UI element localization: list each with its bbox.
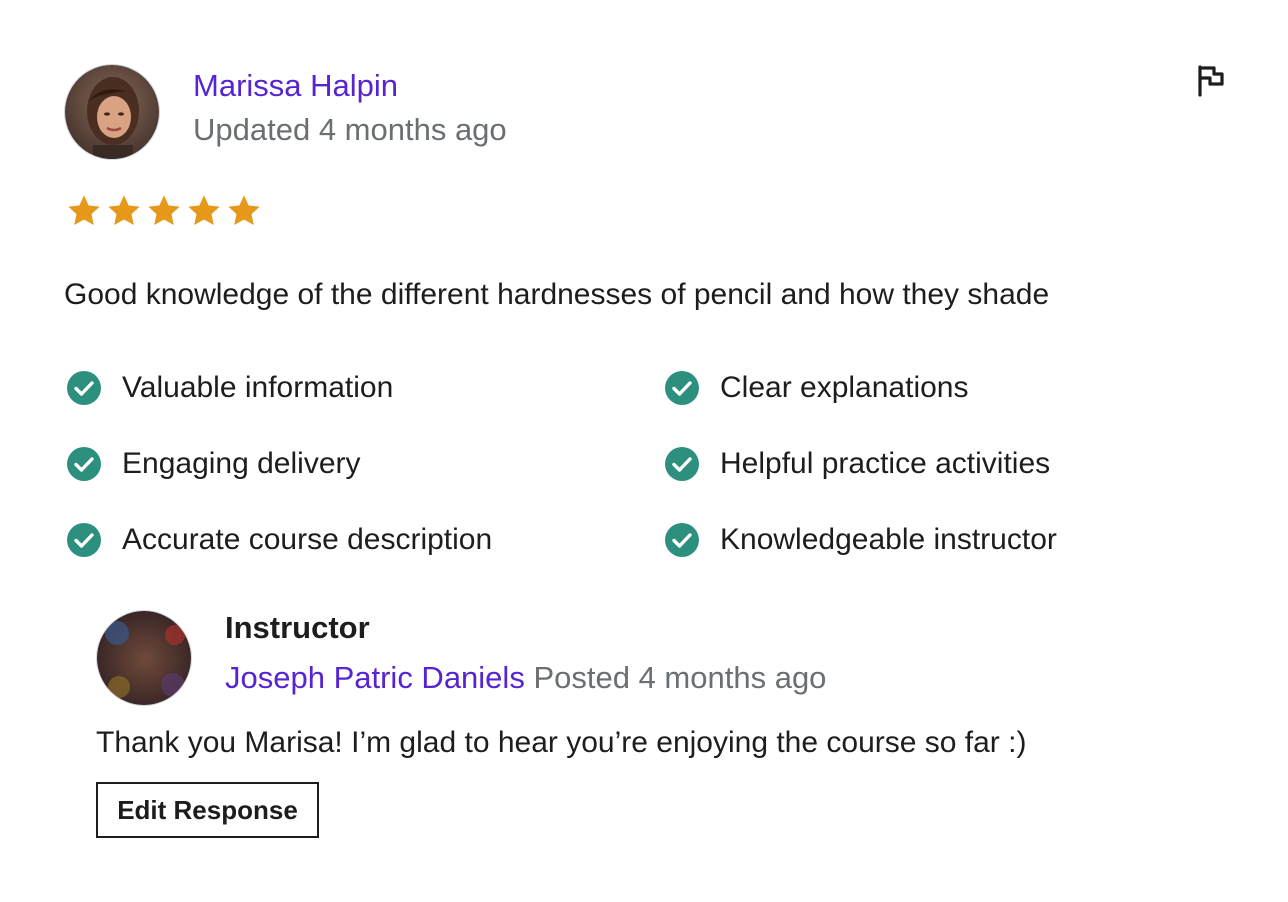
feature-label: Engaging delivery xyxy=(122,447,361,480)
flag-icon[interactable] xyxy=(1192,62,1230,100)
feature-label: Knowledgeable instructor xyxy=(720,523,1057,556)
check-circle-icon xyxy=(66,370,102,406)
edit-response-button[interactable]: Edit Response xyxy=(96,782,319,838)
check-circle-icon xyxy=(664,446,700,482)
reviewer-name[interactable]: Marissa Halpin xyxy=(193,68,398,104)
feature-label: Helpful practice activities xyxy=(720,447,1051,480)
instructor-avatar xyxy=(96,610,192,706)
feature-label: Accurate course description xyxy=(122,523,493,556)
feature-item: Valuable information xyxy=(66,370,393,406)
feature-label: Clear explanations xyxy=(720,371,969,404)
review-text: Good knowledge of the different hardness… xyxy=(64,278,1050,311)
check-circle-icon xyxy=(664,522,700,558)
feature-item: Clear explanations xyxy=(664,370,968,406)
response-text: Thank you Marisa! I’m glad to hear you’r… xyxy=(96,726,1027,759)
check-circle-icon xyxy=(66,446,102,482)
instructor-meta: Joseph Patric Daniels Posted 4 months ag… xyxy=(225,660,826,696)
instructor-role-label: Instructor xyxy=(225,610,370,645)
instructor-name-link[interactable]: Joseph Patric Daniels xyxy=(225,660,525,695)
star-icon xyxy=(104,191,144,231)
feature-item: Accurate course description xyxy=(66,522,492,558)
review-card: Marissa Halpin Updated 4 months ago Good… xyxy=(0,0,1288,902)
star-icon xyxy=(224,191,264,231)
star-icon xyxy=(144,191,184,231)
reviewer-avatar xyxy=(64,64,160,160)
feature-label: Valuable information xyxy=(122,371,394,404)
feature-item: Engaging delivery xyxy=(66,446,361,482)
check-circle-icon xyxy=(66,522,102,558)
response-posted-date: Posted 4 months ago xyxy=(533,660,827,695)
star-icon xyxy=(184,191,224,231)
check-circle-icon xyxy=(664,370,700,406)
star-rating xyxy=(64,191,264,231)
review-updated-date: Updated 4 months ago xyxy=(193,112,507,147)
star-icon xyxy=(64,191,104,231)
feature-item: Knowledgeable instructor xyxy=(664,522,1057,558)
feature-item: Helpful practice activities xyxy=(664,446,1050,482)
